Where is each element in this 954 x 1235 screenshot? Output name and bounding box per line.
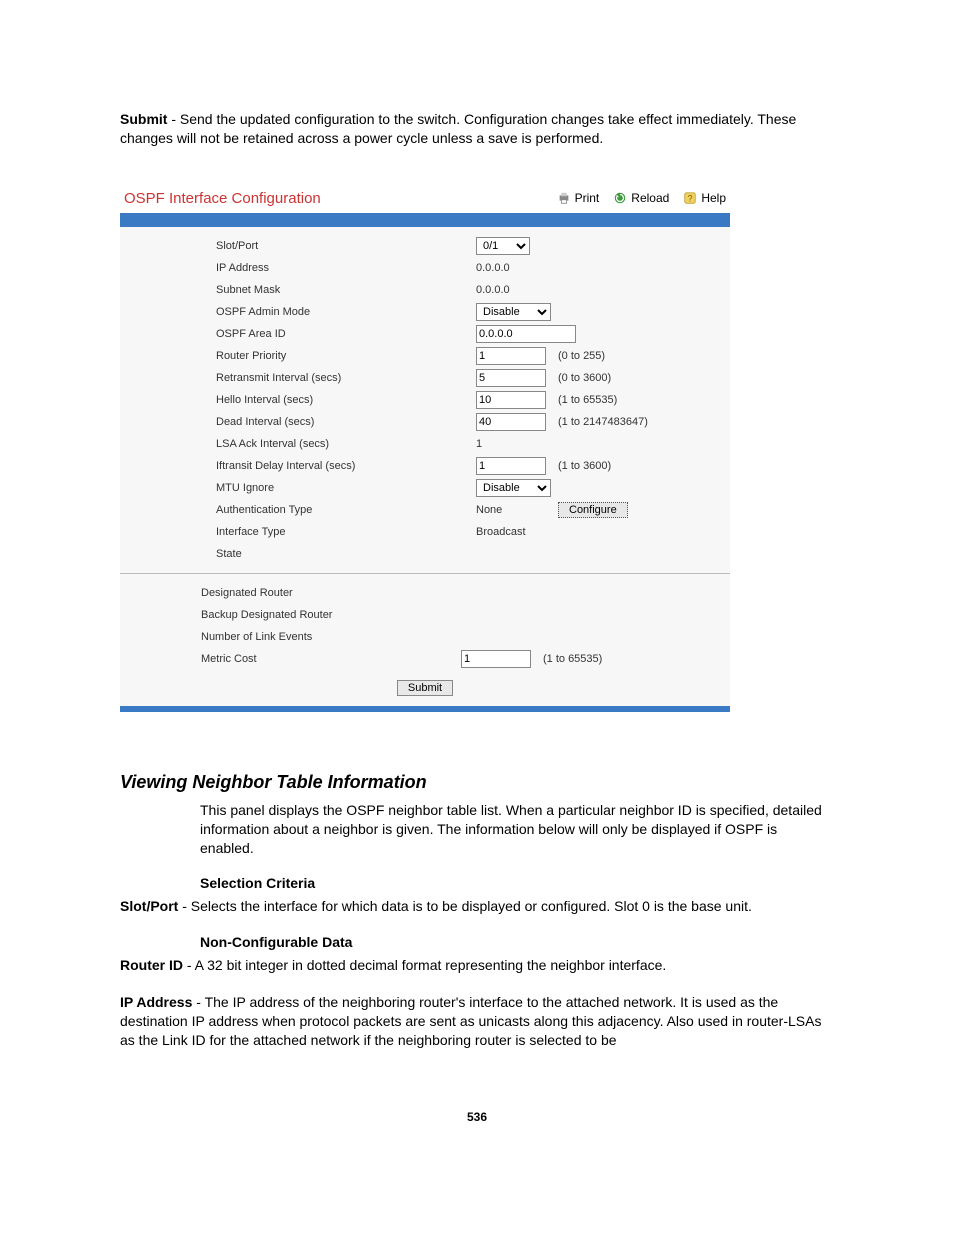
routerid-term: Router ID xyxy=(120,957,183,973)
submit-button[interactable]: Submit xyxy=(397,680,453,696)
hint-iftransit: (1 to 3600) xyxy=(558,457,611,475)
label-interface-type: Interface Type xyxy=(136,523,476,541)
print-icon xyxy=(557,191,571,205)
label-hello: Hello Interval (secs) xyxy=(136,391,476,409)
hint-dead: (1 to 2147483647) xyxy=(558,413,648,431)
label-retransmit: Retransmit Interval (secs) xyxy=(136,369,476,387)
value-subnet-mask: 0.0.0.0 xyxy=(476,281,510,299)
metric-cost-input[interactable] xyxy=(461,650,531,668)
value-auth-type: None xyxy=(476,501,546,519)
label-mtu-ignore: MTU Ignore xyxy=(136,479,476,497)
page-number: 536 xyxy=(120,1110,834,1124)
slotport-term: Slot/Port xyxy=(120,898,178,914)
configure-button[interactable]: Configure xyxy=(558,502,628,518)
submit-paragraph: Submit - Send the updated configuration … xyxy=(120,110,834,148)
value-interface-type: Broadcast xyxy=(476,523,526,541)
retransmit-input[interactable] xyxy=(476,369,546,387)
help-icon: ? xyxy=(683,191,697,205)
reload-icon xyxy=(613,191,627,205)
label-ip-address: IP Address xyxy=(136,259,476,277)
routerid-desc: - A 32 bit integer in dotted decimal for… xyxy=(183,957,666,973)
panel-header: OSPF Interface Configuration Print Reloa… xyxy=(120,188,730,213)
hello-input[interactable] xyxy=(476,391,546,409)
nonconfigurable-heading: Non-Configurable Data xyxy=(200,934,834,950)
reload-link[interactable]: Reload xyxy=(613,191,669,205)
submit-desc: - Send the updated configuration to the … xyxy=(120,111,796,146)
svg-text:?: ? xyxy=(688,194,693,204)
mtu-ignore-select[interactable]: Disable xyxy=(476,479,551,497)
hint-hello: (1 to 65535) xyxy=(558,391,617,409)
label-slot-port: Slot/Port xyxy=(136,237,476,255)
ospf-config-panel: OSPF Interface Configuration Print Reloa… xyxy=(120,188,730,712)
panel-title: OSPF Interface Configuration xyxy=(124,190,321,207)
reload-label: Reload xyxy=(631,191,669,205)
area-id-input[interactable] xyxy=(476,325,576,343)
section-heading: Viewing Neighbor Table Information xyxy=(120,772,834,793)
label-area-id: OSPF Area ID xyxy=(136,325,476,343)
help-label: Help xyxy=(701,191,726,205)
routerid-paragraph: Router ID - A 32 bit integer in dotted d… xyxy=(120,956,834,975)
label-designated-router: Designated Router xyxy=(136,584,461,602)
ipaddress-desc: - The IP address of the neighboring rout… xyxy=(120,994,821,1048)
label-iftransit: Iftransit Delay Interval (secs) xyxy=(136,457,476,475)
label-link-events: Number of Link Events xyxy=(136,628,461,646)
label-lsa-ack: LSA Ack Interval (secs) xyxy=(136,435,476,453)
slotport-paragraph: Slot/Port - Selects the interface for wh… xyxy=(120,897,834,916)
ipaddress-term: IP Address xyxy=(120,994,192,1010)
label-router-priority: Router Priority xyxy=(136,347,476,365)
iftransit-input[interactable] xyxy=(476,457,546,475)
label-metric-cost: Metric Cost xyxy=(136,650,461,668)
label-backup-designated-router: Backup Designated Router xyxy=(136,606,461,624)
print-label: Print xyxy=(575,191,600,205)
label-dead: Dead Interval (secs) xyxy=(136,413,476,431)
panel-top-bar xyxy=(120,213,730,227)
panel-separator xyxy=(120,573,730,574)
panel-bottom-bar xyxy=(120,706,730,712)
admin-mode-select[interactable]: Disable xyxy=(476,303,551,321)
hint-metric-cost: (1 to 65535) xyxy=(543,650,602,668)
slot-port-select[interactable]: 0/1 xyxy=(476,237,530,255)
slotport-desc: - Selects the interface for which data i… xyxy=(178,898,752,914)
dead-input[interactable] xyxy=(476,413,546,431)
help-link[interactable]: ? Help xyxy=(683,191,726,205)
router-priority-input[interactable] xyxy=(476,347,546,365)
label-subnet-mask: Subnet Mask xyxy=(136,281,476,299)
label-auth-type: Authentication Type xyxy=(136,501,476,519)
label-state: State xyxy=(136,545,476,563)
selection-criteria-heading: Selection Criteria xyxy=(200,875,834,891)
hint-router-priority: (0 to 255) xyxy=(558,347,605,365)
print-link[interactable]: Print xyxy=(557,191,600,205)
value-ip-address: 0.0.0.0 xyxy=(476,259,510,277)
ipaddress-paragraph: IP Address - The IP address of the neigh… xyxy=(120,993,834,1050)
section-intro: This panel displays the OSPF neighbor ta… xyxy=(200,801,834,858)
hint-retransmit: (0 to 3600) xyxy=(558,369,611,387)
label-admin-mode: OSPF Admin Mode xyxy=(136,303,476,321)
value-lsa-ack: 1 xyxy=(476,435,482,453)
submit-term: Submit xyxy=(120,111,167,127)
